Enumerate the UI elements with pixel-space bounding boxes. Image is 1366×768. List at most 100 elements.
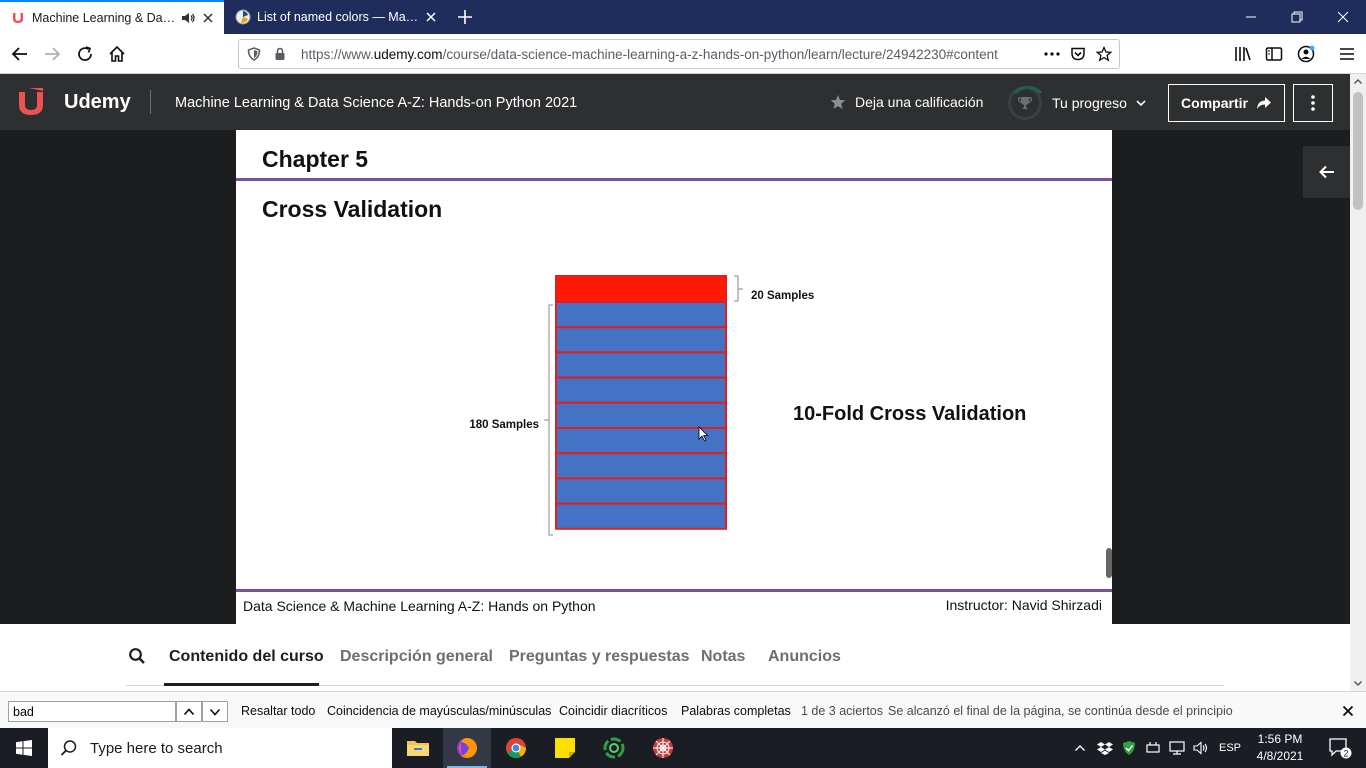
share-button[interactable]: Compartir (1168, 84, 1285, 122)
browser-tab-matplotlib[interactable]: List of named colors — Matplo (225, 0, 451, 34)
page-scrollbar[interactable] (1350, 74, 1366, 691)
bookmark-star-icon[interactable] (1091, 41, 1117, 67)
close-find-bar-icon[interactable] (1338, 701, 1358, 721)
close-tab-icon[interactable] (198, 8, 218, 28)
sidebar-icon[interactable] (1260, 40, 1288, 68)
power-plug-icon[interactable] (1142, 728, 1164, 768)
dropbox-icon[interactable] (1094, 728, 1116, 768)
chevron-up-icon (183, 707, 195, 715)
restore-window-icon[interactable] (1274, 0, 1320, 34)
tray-expand-chevron-icon[interactable] (1070, 728, 1090, 768)
close-tab-icon[interactable] (421, 7, 441, 27)
find-match-count: 1 de 3 aciertos (801, 704, 883, 718)
whole-words-option[interactable]: Palabras completas (681, 704, 791, 718)
lecture-slide: Chapter 5 Cross Validation 20 Samples 18… (236, 130, 1112, 624)
forward-arrow-icon[interactable] (38, 40, 66, 68)
tab-course-content[interactable]: Contenido del curso (169, 648, 324, 666)
progress-button[interactable]: Tu progreso (1008, 86, 1147, 120)
share-label: Compartir (1181, 95, 1248, 111)
tab-questions-answers[interactable]: Preguntas y respuestas (509, 648, 690, 666)
library-icon[interactable] (1229, 40, 1257, 68)
browser-tab-strip: Machine Learning & Data Sc List of named… (0, 0, 1366, 34)
chevron-down-icon (1136, 100, 1146, 107)
volume-icon[interactable] (1190, 728, 1212, 768)
highlight-all-option[interactable]: Resaltar todo (241, 704, 315, 718)
udemy-logo[interactable]: Udemy (16, 86, 131, 118)
account-icon[interactable] (1292, 40, 1320, 68)
slide-footer-instructor: Instructor: Navid Shirzadi (945, 597, 1102, 613)
progress-ring (1008, 86, 1048, 120)
fold-title: 10-Fold Cross Validation (793, 403, 1026, 425)
match-diacritics-option[interactable]: Coincidir diacríticos (559, 704, 667, 718)
match-case-option[interactable]: Coincidencia de mayúsculas/minúsculas (327, 704, 551, 718)
train-fold-block (555, 477, 727, 505)
security-shield-icon[interactable] (1118, 728, 1140, 768)
url-domain: udemy.com (373, 46, 443, 62)
back-arrow-icon[interactable] (6, 40, 34, 68)
train-bracket (544, 304, 553, 536)
test-bracket (734, 275, 743, 302)
clock-time: 1:56 PM (1257, 732, 1303, 746)
browser-tab-title: Machine Learning & Data Sc (32, 11, 178, 25)
circular-app-icon[interactable] (590, 728, 638, 768)
notification-center-icon[interactable]: 2 (1320, 728, 1360, 768)
input-language-indicator[interactable]: ESP (1216, 728, 1244, 768)
scrollbar-thumb[interactable] (1353, 92, 1363, 210)
url-path: /course/data-science-machine-learning-a-… (442, 46, 998, 62)
spider-app-icon[interactable] (639, 728, 687, 768)
tab-announcements[interactable]: Anuncios (768, 648, 841, 666)
reload-icon[interactable] (71, 40, 99, 68)
search-icon (60, 740, 77, 756)
clock-date: 4/8/2021 (1256, 749, 1304, 763)
file-explorer-icon[interactable] (394, 728, 442, 768)
scroll-up-arrow-icon[interactable] (1350, 74, 1366, 90)
rate-course-label: Deja una calificación (855, 94, 984, 110)
tab-overview[interactable]: Descripción general (340, 648, 493, 666)
rate-course-button[interactable]: Deja una calificación (830, 94, 983, 110)
hamburger-menu-icon[interactable] (1333, 40, 1361, 68)
page-actions-icon[interactable] (1039, 41, 1065, 67)
taskbar-clock[interactable]: 1:56 PM 4/8/2021 (1248, 731, 1312, 765)
network-icon[interactable] (1166, 728, 1188, 768)
search-icon[interactable] (128, 647, 148, 667)
new-tab-plus-icon[interactable] (455, 7, 475, 27)
address-bar[interactable]: https://www.udemy.com/course/data-scienc… (238, 39, 1120, 69)
udemy-wordmark: Udemy (64, 90, 131, 113)
open-sidebar-button[interactable] (1303, 146, 1350, 198)
home-icon[interactable] (103, 40, 131, 68)
find-in-page-bar: Resaltar todo Coincidencia de mayúsculas… (0, 691, 1366, 728)
firefox-taskbar-icon[interactable] (443, 728, 491, 768)
train-fold-block (555, 326, 727, 354)
speaker-icon[interactable] (178, 8, 198, 28)
udemy-u-logo-icon (19, 88, 43, 115)
progress-label: Tu progreso (1052, 95, 1127, 111)
find-input[interactable] (8, 701, 176, 722)
windows-start-icon[interactable] (0, 728, 48, 768)
course-tabs-bar: Contenido del curso Descripción general … (0, 624, 1350, 691)
trophy-icon (1017, 97, 1033, 109)
scroll-down-arrow-icon[interactable] (1350, 675, 1366, 691)
tab-notes[interactable]: Notas (701, 648, 745, 666)
video-player[interactable]: Chapter 5 Cross Validation 20 Samples 18… (0, 130, 1350, 624)
find-previous-button[interactable] (176, 701, 202, 722)
find-next-button[interactable] (202, 701, 228, 722)
taskbar-search-box[interactable]: Type here to search (48, 728, 392, 768)
test-samples-label: 20 Samples (751, 290, 814, 302)
minimize-window-icon[interactable] (1228, 0, 1274, 34)
chrome-taskbar-icon[interactable] (492, 728, 540, 768)
train-fold-block (555, 401, 727, 429)
course-title[interactable]: Machine Learning & Data Science A-Z: Han… (175, 95, 577, 111)
close-window-icon[interactable] (1320, 0, 1366, 34)
more-options-button[interactable] (1293, 84, 1333, 122)
slide-footer-course: Data Science & Machine Learning A-Z: Han… (243, 598, 596, 614)
browser-tab-udemy[interactable]: Machine Learning & Data Sc (0, 0, 224, 34)
shield-icon[interactable] (241, 41, 267, 67)
fold-blocks (555, 275, 727, 530)
url-text[interactable]: https://www.udemy.com/course/data-scienc… (301, 47, 1039, 62)
find-status-message: Se alcanzó el final de la página, se con… (888, 704, 1233, 718)
udemy-header: Udemy Machine Learning & Data Science A-… (0, 74, 1350, 130)
pocket-icon[interactable] (1065, 41, 1091, 67)
taskbar-search-placeholder: Type here to search (90, 739, 223, 757)
sticky-notes-icon[interactable] (541, 728, 589, 768)
lock-icon[interactable] (267, 41, 293, 67)
